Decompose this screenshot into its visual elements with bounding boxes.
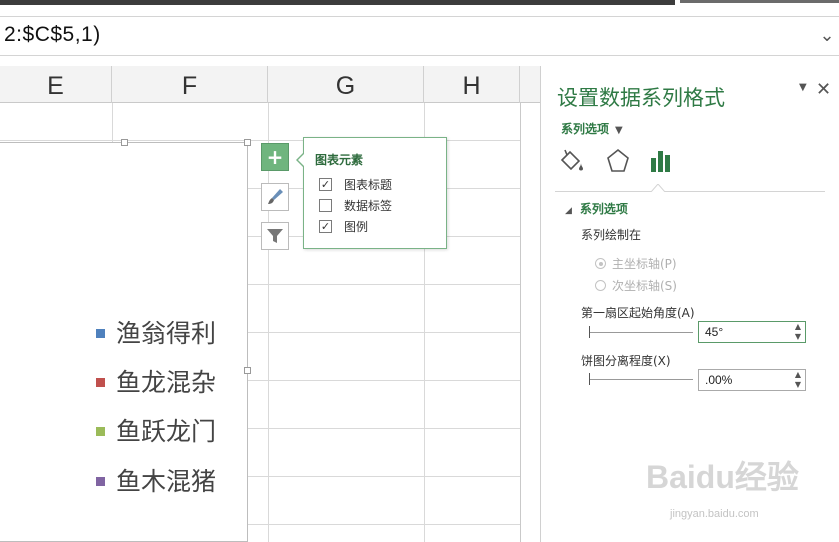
watermark-url: jingyan.baidu.com: [670, 508, 759, 520]
option-label: 数据标签: [344, 199, 393, 213]
spin-down-icon[interactable]: ▼: [791, 332, 805, 342]
pie-explosion-slider[interactable]: [589, 373, 693, 385]
first-slice-angle-input[interactable]: 45° ▲ ▼: [698, 321, 806, 343]
legend-label: 鱼木混猪: [116, 467, 217, 496]
column-header-g[interactable]: G: [268, 66, 424, 103]
chart-elements-button[interactable]: +: [261, 143, 289, 171]
baidu-watermark: Baidu经验 jingyan.baidu.com: [640, 452, 830, 532]
option-label: 图例: [344, 220, 369, 234]
paintbrush-icon: [268, 189, 283, 204]
spin-down-icon[interactable]: ▼: [791, 380, 805, 390]
column-headers: E F G H: [0, 66, 540, 103]
radio-icon[interactable]: [595, 280, 606, 291]
spin-up-icon[interactable]: ▲: [791, 322, 805, 332]
pane-options-dropdown-icon[interactable]: ▼: [799, 82, 807, 93]
column-header-f[interactable]: F: [112, 66, 268, 103]
vertical-scrollbar[interactable]: [520, 103, 540, 542]
first-slice-angle-slider[interactable]: [589, 326, 693, 338]
legend-label: 渔翁得利: [116, 319, 217, 348]
watermark-brand: Baidu经验: [646, 459, 799, 495]
pane-tabs: [557, 146, 827, 182]
legend-label: 鱼龙混杂: [116, 368, 217, 397]
spin-buttons: ▲ ▼: [791, 322, 805, 342]
popup-arrow-inner: [298, 153, 305, 167]
first-slice-angle-label: 第一扇区起始角度(A): [581, 306, 695, 320]
slider-track: [589, 379, 693, 380]
legend-swatch: [96, 378, 105, 387]
pie-explosion-label: 饼图分离程度(X): [581, 354, 671, 368]
top-strip-dark: [0, 0, 675, 5]
slider-thumb[interactable]: [589, 373, 590, 385]
series-options-dropdown[interactable]: 系列选项 ▼: [561, 120, 623, 137]
section-title: 系列选项: [579, 202, 628, 216]
pane-title: 设置数据系列格式: [557, 86, 725, 110]
radio-label: 主坐标轴(P): [612, 257, 677, 271]
resize-handle[interactable]: [244, 139, 251, 146]
popup-title: 图表元素: [315, 153, 364, 167]
tab-fill-line[interactable]: [557, 146, 589, 178]
chevron-down-icon[interactable]: ⌄: [817, 21, 837, 51]
spin-up-icon[interactable]: ▲: [791, 370, 805, 380]
legend-swatch: [96, 427, 105, 436]
close-icon[interactable]: ✕: [816, 79, 831, 100]
resize-handle[interactable]: [244, 367, 251, 374]
series-options-icon: [651, 151, 670, 172]
pie-explosion-input[interactable]: .00% ▲ ▼: [698, 369, 806, 391]
legend-swatch: [96, 329, 105, 338]
option-label: 图表标题: [344, 178, 393, 192]
chart-filter-button[interactable]: [261, 222, 289, 250]
effects-icon: [607, 148, 629, 172]
series-dropdown-label: 系列选项: [561, 122, 610, 136]
tab-effects[interactable]: [603, 146, 635, 178]
legend-swatch: [96, 477, 105, 486]
chart-styles-button[interactable]: [261, 183, 289, 211]
tab-series-options[interactable]: [647, 146, 679, 178]
slider-track: [589, 332, 693, 333]
spin-value[interactable]: 45°: [705, 325, 723, 339]
chevron-down-icon: ▼: [615, 125, 623, 136]
legend-label: 鱼跃龙门: [116, 417, 217, 446]
fill-line-icon: [560, 149, 583, 171]
spin-value[interactable]: .00%: [705, 373, 732, 387]
plus-icon: +: [266, 145, 284, 169]
checkbox-icon[interactable]: [319, 199, 332, 212]
active-tab-pointer: [651, 184, 665, 192]
radio-selected-icon[interactable]: [595, 258, 606, 269]
window-top-strip: [0, 0, 839, 8]
column-header-h[interactable]: H: [424, 66, 520, 103]
spin-buttons: ▲ ▼: [791, 370, 805, 390]
formula-bar[interactable]: 2:$C$5,1) ⌄: [0, 16, 839, 56]
slider-thumb[interactable]: [589, 326, 590, 338]
plot-series-on-label: 系列绘制在: [581, 228, 642, 242]
chart-elements-popup: 图表元素 ✓ 图表标题 数据标签 ✓ 图例: [296, 137, 447, 249]
column-header-e[interactable]: E: [0, 66, 112, 103]
filter-icon: [267, 229, 283, 243]
tab-divider: [555, 191, 825, 192]
formula-text[interactable]: 2:$C$5,1): [4, 23, 101, 47]
section-series-options[interactable]: ◢ 系列选项: [565, 200, 628, 217]
radio-label: 次坐标轴(S): [612, 279, 677, 293]
top-strip-gray: [680, 0, 839, 3]
collapse-triangle-icon: ◢: [565, 206, 572, 216]
checkbox-checked-icon[interactable]: ✓: [319, 220, 332, 233]
resize-handle[interactable]: [121, 139, 128, 146]
checkbox-checked-icon[interactable]: ✓: [319, 178, 332, 191]
